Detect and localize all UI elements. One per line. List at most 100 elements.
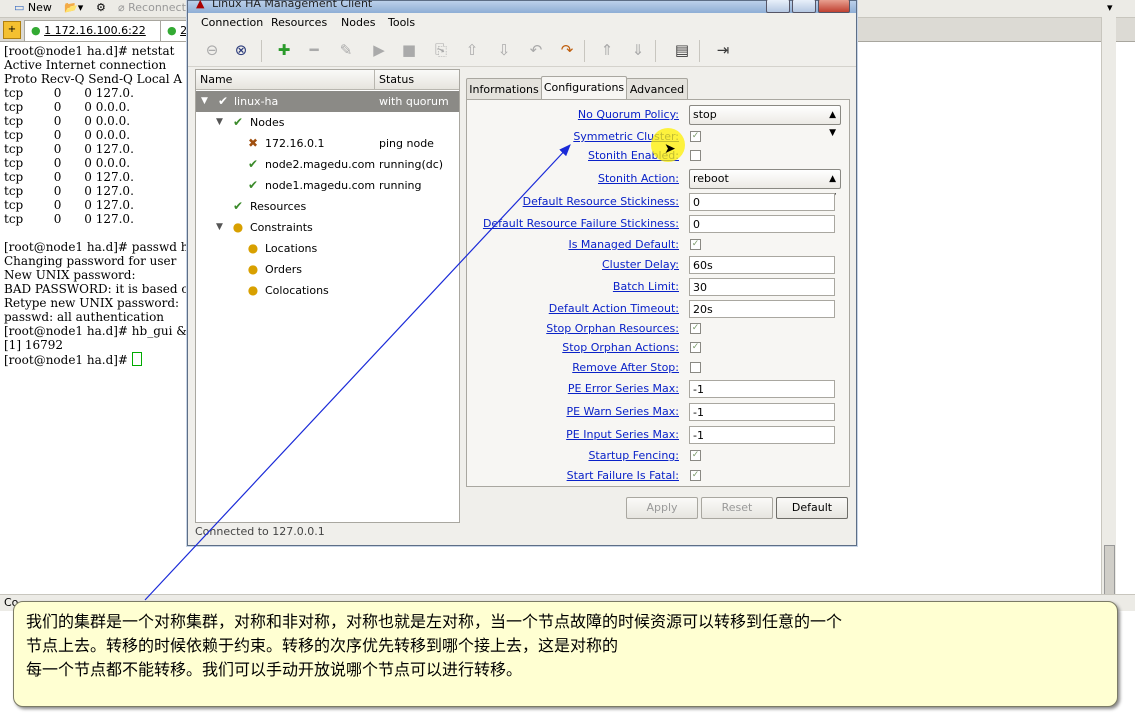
start-failure-is-fatal-label: Start Failure Is Fatal: bbox=[566, 469, 679, 482]
start-failure-is-fatal-checkbox[interactable]: ✓ bbox=[690, 470, 701, 481]
caption-line: 我们的集群是一个对称集群，对称和非对称，对称也就是左对称，当一个节点故障的时候资… bbox=[26, 612, 843, 631]
reset-button[interactable]: Reset bbox=[701, 497, 773, 519]
cluster-delay-label: Cluster Delay: bbox=[602, 258, 679, 271]
terminal-line: tcp 0 0 127.0. bbox=[4, 198, 134, 212]
undo-icon[interactable]: ↶ bbox=[527, 41, 545, 59]
tree-row-node2[interactable]: ✔ node2.magedu.com running(dc) bbox=[196, 154, 459, 175]
reconnect-button[interactable]: ⌀ Reconnect bbox=[118, 1, 186, 15]
tree-row-ping-node[interactable]: ✖ 172.16.0.1 ping node bbox=[196, 133, 459, 154]
window-titlebar[interactable]: ▲ Linux HA Management Client bbox=[188, 0, 856, 13]
startup-fencing-label: Startup Fencing: bbox=[588, 449, 679, 462]
ha-client-window: ▲ Linux HA Management Client Connection … bbox=[187, 0, 857, 546]
pe-warn-series-max-input[interactable]: -1 bbox=[689, 403, 835, 421]
expand-triangle-icon[interactable]: ▼ bbox=[216, 217, 223, 238]
expand-triangle-icon[interactable]: ▼ bbox=[216, 112, 223, 133]
menu-tools[interactable]: Tools bbox=[388, 16, 415, 29]
default-resource-failure-stickiness-label: Default Resource Failure Stickiness: bbox=[482, 217, 679, 230]
menu-connection[interactable]: Connection bbox=[201, 16, 263, 29]
connected-icon: ● bbox=[31, 24, 41, 37]
menu-nodes[interactable]: Nodes bbox=[341, 16, 375, 29]
connect-icon[interactable]: ⚙ bbox=[96, 1, 106, 15]
default-resource-failure-stickiness-input[interactable]: 0 bbox=[689, 215, 835, 233]
tree-header: Name Status bbox=[196, 70, 459, 90]
terminal-line: tcp 0 0 127.0. bbox=[4, 142, 134, 156]
stop-orphan-resources-checkbox[interactable]: ✓ bbox=[690, 323, 701, 334]
terminal-line: passwd: all authentication bbox=[4, 310, 165, 324]
column-status[interactable]: Status bbox=[379, 73, 414, 86]
terminal-line: Changing password for user bbox=[4, 254, 177, 268]
standby-icon[interactable]: ⇑ bbox=[598, 41, 616, 59]
toolbar-dropdown-icon[interactable]: ▾ bbox=[1107, 1, 1113, 15]
column-name[interactable]: Name bbox=[200, 73, 232, 86]
terminal-scrollbar[interactable] bbox=[1101, 17, 1116, 595]
login-icon[interactable]: ⊖ bbox=[203, 41, 221, 59]
new-button[interactable]: ▭ New bbox=[14, 1, 52, 15]
tab-informations[interactable]: Informations bbox=[466, 78, 542, 100]
tab-session-1[interactable]: ● 1 172.16.100.6:22 × bbox=[24, 20, 176, 41]
stop-icon[interactable]: ■ bbox=[400, 41, 418, 59]
logout-icon[interactable]: ⊗ bbox=[232, 41, 250, 59]
default-button[interactable]: Default bbox=[776, 497, 848, 519]
remove-icon[interactable]: ━ bbox=[305, 41, 323, 59]
check-icon: ✔ bbox=[232, 115, 244, 129]
pe-input-series-max-label: PE Input Series Max: bbox=[566, 428, 679, 441]
remove-after-stop-checkbox[interactable] bbox=[690, 362, 701, 373]
move-down-icon[interactable]: ⇩ bbox=[495, 41, 513, 59]
tree-row-linux-ha[interactable]: ▼ ✔ linux-ha with quorum bbox=[196, 91, 459, 112]
start-icon[interactable]: ▶ bbox=[370, 41, 388, 59]
menu-resources[interactable]: Resources bbox=[271, 16, 327, 29]
minimize-button[interactable] bbox=[766, 0, 790, 13]
expand-triangle-icon[interactable]: ▼ bbox=[201, 91, 208, 112]
tree-row-resources[interactable]: ✔ Resources bbox=[196, 196, 459, 217]
terminal-line: [root@node1 ha.d]# netstat bbox=[4, 44, 175, 58]
move-up-icon[interactable]: ⇧ bbox=[463, 41, 481, 59]
pe-input-series-max-input[interactable]: -1 bbox=[689, 426, 835, 444]
tree-row-node1[interactable]: ✔ node1.magedu.com running bbox=[196, 175, 459, 196]
active-icon[interactable]: ⇓ bbox=[629, 41, 647, 59]
tree-row-locations[interactable]: ● Locations bbox=[196, 238, 459, 259]
new-tab-icon[interactable]: + bbox=[3, 21, 21, 39]
stonith-enabled-checkbox[interactable] bbox=[690, 150, 701, 161]
stonith-action-select[interactable]: reboot▲▼ bbox=[689, 169, 841, 202]
tree-row-orders[interactable]: ● Orders bbox=[196, 259, 459, 280]
startup-fencing-checkbox[interactable]: ✓ bbox=[690, 450, 701, 461]
terminal-line: Proto Recv-Q Send-Q Local A bbox=[4, 72, 183, 86]
open-folder-icon[interactable]: 📂▾ bbox=[64, 1, 83, 15]
no-quorum-policy-select[interactable]: stop ▲ ▼ bbox=[689, 105, 841, 138]
terminal-line: [root@node1 ha.d]# passwd h bbox=[4, 240, 189, 254]
window-title: Linux HA Management Client bbox=[212, 0, 373, 10]
exit-icon[interactable]: ⇥ bbox=[714, 41, 732, 59]
batch-limit-input[interactable]: 30 bbox=[689, 278, 835, 296]
terminal-line: tcp 0 0 127.0. bbox=[4, 170, 134, 184]
pe-warn-series-max-label: PE Warn Series Max: bbox=[566, 405, 679, 418]
terminal-line: Active Internet connection bbox=[4, 58, 167, 72]
close-button[interactable] bbox=[818, 0, 850, 13]
stop-orphan-actions-checkbox[interactable]: ✓ bbox=[690, 342, 701, 353]
symmetric-cluster-checkbox[interactable]: ✓ bbox=[690, 131, 701, 142]
add-icon[interactable]: ✚ bbox=[275, 41, 293, 59]
cleanup-icon[interactable]: ✎ bbox=[337, 41, 355, 59]
app-logo-icon: ▲ bbox=[196, 0, 205, 10]
tab-advanced[interactable]: Advanced bbox=[626, 78, 688, 100]
view-log-icon[interactable]: ▤ bbox=[673, 41, 691, 59]
tree-row-colocations[interactable]: ● Colocations bbox=[196, 280, 459, 301]
caption-line: 节点上去。转移的时候依赖于约束。转移的次序优先转移到哪个接上去，这是对称的 bbox=[26, 636, 619, 655]
default-action-timeout-input[interactable]: 20s bbox=[689, 300, 835, 318]
maximize-button[interactable] bbox=[792, 0, 816, 13]
lightbulb-icon: ● bbox=[247, 241, 259, 255]
default-resource-stickiness-input[interactable]: 0 bbox=[689, 193, 835, 211]
terminal-line: BAD PASSWORD: it is based o bbox=[4, 282, 189, 296]
default-icon[interactable]: ⎘ bbox=[432, 41, 450, 59]
tree-row-constraints[interactable]: ▼ ● Constraints bbox=[196, 217, 459, 238]
tab-configurations[interactable]: Configurations bbox=[541, 76, 627, 100]
redo-icon[interactable]: ↷ bbox=[558, 41, 576, 59]
apply-button[interactable]: Apply bbox=[626, 497, 698, 519]
cluster-delay-input[interactable]: 60s bbox=[689, 256, 835, 274]
connection-status: Connected to 127.0.0.1 bbox=[195, 525, 325, 538]
tree-row-nodes[interactable]: ▼ ✔ Nodes bbox=[196, 112, 459, 133]
scrollbar-thumb[interactable] bbox=[1104, 545, 1115, 595]
terminal-line: tcp 0 0 0.0.0. bbox=[4, 156, 131, 170]
remove-after-stop-label: Remove After Stop: bbox=[572, 361, 679, 374]
is-managed-default-checkbox[interactable]: ✓ bbox=[690, 239, 701, 250]
pe-error-series-max-input[interactable]: -1 bbox=[689, 380, 835, 398]
